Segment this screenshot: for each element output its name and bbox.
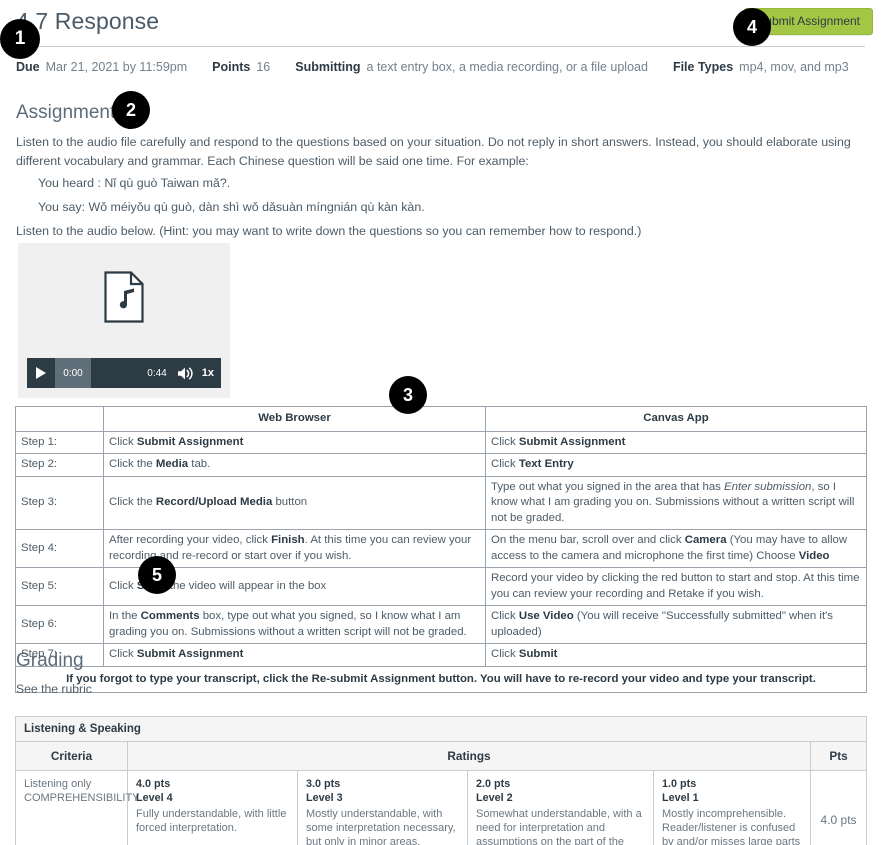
due-label: Due xyxy=(16,60,40,74)
audio-current-time: 0:00 xyxy=(55,358,91,388)
play-icon[interactable] xyxy=(27,358,55,388)
step-label-cell: Step 5: xyxy=(15,567,104,606)
assignment-intro-text: Listen to the audio file carefully and r… xyxy=(16,135,851,168)
rubric-table: Listening & Speaking Criteria Ratings Pt… xyxy=(14,716,868,845)
web-browser-instruction-cell: Click Submit Assignment xyxy=(103,430,486,454)
rubric-rating-level: Level 2 xyxy=(476,792,513,804)
audio-progress-track[interactable] xyxy=(91,358,148,388)
canvas-app-instruction-cell: Record your video by clicking the red bu… xyxy=(485,567,867,606)
file-types-value: mp4, mov, and mp3 xyxy=(739,60,849,74)
assignment-meta: Due Mar 21, 2021 by 11:59pm Points 16 Submit… xyxy=(16,60,849,74)
rubric-rating-cell: 3.0 pts Level 3 Mostly understandable, wit… xyxy=(297,770,468,845)
steps-table-header-row: Web Browser Canvas App xyxy=(15,406,867,432)
header-divider xyxy=(16,46,865,47)
assignment-page: 4.7 Response Submit Assignment Due Mar 21… xyxy=(0,0,881,845)
points-label: Points xyxy=(212,60,251,74)
grading-heading: Grading xyxy=(16,650,84,671)
example-heard-text: You heard : Nǐ qù guò Taiwan mǎ?. xyxy=(38,176,231,190)
annotation-badge-2: 2 xyxy=(112,91,150,129)
canvas-app-instruction-cell: Click Text Entry xyxy=(485,453,867,477)
web-browser-instruction-cell: In the Comments box, type out what you s… xyxy=(103,605,486,644)
example-say-text: You say: Wǒ méiyǒu qù guò, dàn shì wǒ dǎ… xyxy=(38,200,425,214)
rubric-criteria-line1: Listening only xyxy=(24,778,92,790)
see-rubric-text: See the rubric xyxy=(16,682,92,696)
web-browser-instruction-cell: Click the Media tab. xyxy=(103,453,486,477)
rubric-rating-level: Level 3 xyxy=(306,792,343,804)
rubric-total-points-cell: 4.0 pts xyxy=(809,770,868,845)
audio-controls-bar[interactable]: 0:00 0:44 1x xyxy=(27,358,221,388)
table-row: Step 7: Click Submit Assignment Click Subm… xyxy=(15,643,867,667)
step-label-cell: Step 2: xyxy=(15,453,104,477)
canvas-app-instruction-cell: Click Submit Assignment xyxy=(485,430,867,454)
rubric-rating-level: Level 4 xyxy=(136,792,173,804)
canvas-app-instruction-cell: Type out what you signed in the area tha… xyxy=(485,475,867,530)
rubric-criteria-line2: COMPREHENSIBILITY xyxy=(24,792,140,804)
file-types-label: File Types xyxy=(672,60,734,74)
step-label-cell: Step 6: xyxy=(15,605,104,644)
rubric-col-ratings: Ratings xyxy=(127,741,811,771)
rubric-rating-points: 3.0 pts xyxy=(306,778,341,790)
rubric-rating-cell: 4.0 pts Level 4 Fully understandable, with… xyxy=(127,770,298,845)
rubric-rating-cell: 2.0 pts Level 2 Somewhat understandable, w… xyxy=(467,770,654,845)
rubric-col-criteria: Criteria xyxy=(15,741,128,771)
steps-header-blank xyxy=(15,406,104,432)
assignment-heading: Assignment xyxy=(16,102,116,123)
rubric-rating-points: 4.0 pts xyxy=(136,778,171,790)
audio-player[interactable]: 0:00 0:44 1x xyxy=(18,243,230,398)
web-browser-instruction-cell: Click Submit Assignment xyxy=(103,643,486,667)
table-row: Step 3: Click the Record/Upload Media but… xyxy=(15,475,867,530)
submission-steps-table: Web Browser Canvas App Step 1: Click Subm… xyxy=(15,406,867,693)
step-label-cell: Step 1: xyxy=(15,430,104,454)
rubric-rating-level: Level 1 xyxy=(662,792,699,804)
steps-header-canvas-app: Canvas App xyxy=(485,406,867,432)
rubric-rating-description: Mostly understandable, with some interpr… xyxy=(306,808,456,845)
rubric-rating-cell: 1.0 pts Level 1 Mostly incomprehensible. R… xyxy=(653,770,811,845)
submitting-value: a text entry box, a media recording, or … xyxy=(366,60,648,74)
rubric-rating-description: Mostly incomprehensible. Reader/listener… xyxy=(662,808,801,845)
web-browser-instruction-cell: Click the Record/Upload Media button xyxy=(103,475,486,530)
rubric-rating-points: 1.0 pts xyxy=(662,778,697,790)
table-row: Step 6: In the Comments box, type out wha… xyxy=(15,605,867,644)
rubric-title: Listening & Speaking xyxy=(14,716,868,742)
playback-rate-button[interactable]: 1x xyxy=(199,358,221,388)
rubric-row: Listening only COMPREHENSIBILITY 4.0 pts Le… xyxy=(15,770,868,845)
audio-duration: 0:44 xyxy=(147,367,167,379)
rubric-rating-description: Somewhat understandable, with a need for… xyxy=(476,808,642,845)
annotation-badge-3: 3 xyxy=(389,376,427,414)
due-value: Mar 21, 2021 by 11:59pm xyxy=(45,60,188,74)
listen-hint-text: Listen to the audio below. (Hint: you ma… xyxy=(16,224,642,238)
rubric-title-row: Listening & Speaking xyxy=(14,716,868,742)
table-row: Step 2: Click the Media tab. Click Text En… xyxy=(15,453,867,477)
rubric-rating-points: 2.0 pts xyxy=(476,778,511,790)
rubric-criteria-cell: Listening only COMPREHENSIBILITY xyxy=(15,770,140,845)
submitting-label: Submitting xyxy=(295,60,361,74)
annotation-badge-5: 5 xyxy=(138,556,176,594)
annotation-badge-1: 1 xyxy=(0,19,40,59)
canvas-app-instruction-cell: On the menu bar, scroll over and click C… xyxy=(485,529,867,568)
rubric-col-pts: Pts xyxy=(809,741,868,771)
canvas-app-instruction-cell: Click Use Video (You will receive "Succe… xyxy=(485,605,867,644)
step-label-cell: Step 3: xyxy=(15,475,104,530)
audio-file-icon xyxy=(104,271,144,328)
steps-header-web-browser: Web Browser xyxy=(103,406,486,432)
rubric-header-row: Criteria Ratings Pts xyxy=(15,741,868,771)
canvas-app-instruction-cell: Click Submit xyxy=(485,643,867,667)
annotation-badge-4: 4 xyxy=(733,8,771,46)
table-row: Step 1: Click Submit Assignment Click Subm… xyxy=(15,430,867,454)
rubric-rating-description: Fully understandable, with little forced… xyxy=(136,808,287,834)
step-label-cell: Step 4: xyxy=(15,529,104,568)
points-value: 16 xyxy=(256,60,271,74)
volume-icon[interactable] xyxy=(173,358,199,388)
